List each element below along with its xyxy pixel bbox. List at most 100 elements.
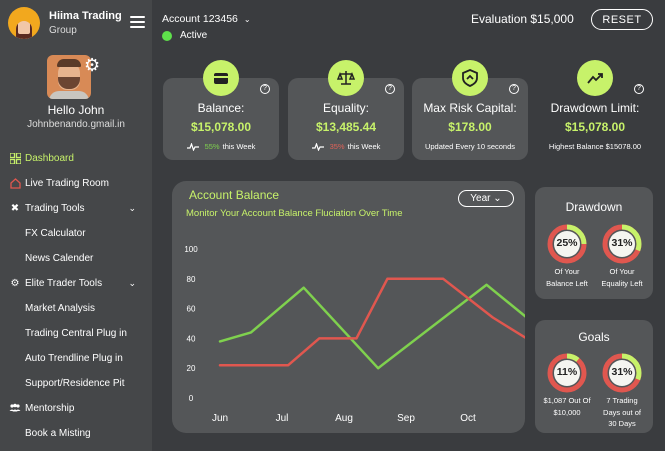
drawdown-donut-balance: 25% — [547, 224, 587, 264]
account-balance-panel: 0 20 40 60 80 100 Jun Jul Aug Sep Oct Account Bala… — [172, 181, 525, 433]
status-text: Active — [180, 30, 208, 41]
drawdown-panel: Drawdown 25% Of Your Balance Left 31% Of… — [535, 187, 653, 299]
period-select[interactable]: Year ⌄ — [458, 190, 514, 207]
card-label: Equality: — [322, 101, 370, 115]
chart-subtitle: Monitor Your Account Balance Fluciation … — [186, 208, 403, 219]
donut-caption: 7 Trading Days out of 30 Days — [592, 395, 652, 430]
caption-line: Of Your — [609, 267, 635, 276]
donut-caption: $1,087 Out Of $10,000 — [537, 395, 597, 418]
dashboard-icon — [8, 151, 22, 165]
sidebar-item-mentorship[interactable]: Mentorship — [0, 396, 152, 421]
brand-logo — [8, 7, 40, 39]
goals-donut-days: 31% — [602, 353, 642, 393]
sidebar-item-live-trading-room[interactable]: Live Trading Room — [0, 171, 152, 196]
sidebar-item-label: Support/Residence Pit — [25, 378, 125, 389]
user-greeting: Hello John — [47, 103, 105, 117]
card-foot: 55% this Week — [163, 142, 279, 151]
sidebar-item-label: Elite Trader Tools — [25, 278, 103, 289]
sidebar-item-support-residence[interactable]: Support/Residence Pit — [0, 371, 152, 396]
card-foot: Highest Balance $15078.00 — [548, 142, 642, 151]
sidebar-item-label: Mentorship — [25, 403, 75, 414]
sidebar-item-label: Live Trading Room — [25, 178, 109, 189]
brand[interactable]: Hiima Trading Group — [8, 7, 122, 39]
chevron-down-icon: ⌄ — [243, 15, 251, 24]
home-icon — [9, 177, 21, 190]
chart-title: Account Balance — [189, 188, 280, 202]
account-selector[interactable]: Account 123456 ⌄ — [162, 13, 251, 25]
sidebar-item-fx-calculator[interactable]: FX Calculator — [0, 221, 152, 246]
y-tick-label: 60 — [187, 305, 196, 314]
card-pct: 55% — [204, 142, 220, 151]
sidebar-item-elite-trader-tools[interactable]: ⚙ Elite Trader Tools ⌄ — [0, 271, 152, 296]
sidebar-item-market-analysis[interactable]: Market Analysis — [0, 296, 152, 321]
x-tick-label: Aug — [335, 413, 353, 424]
sidebar-item-label: Auto Trendline Plug in — [25, 353, 123, 364]
card-value: $15,078.00 — [190, 120, 252, 134]
period-label: Year — [470, 193, 491, 204]
caption-line: Balance Left — [546, 278, 588, 288]
card-pct: 35% — [329, 142, 345, 151]
user-email: Johnbenando.gmail.in — [27, 119, 125, 130]
chevron-down-icon[interactable]: ⌄ — [128, 278, 136, 289]
sidebar: Hiima Trading Group ⚙ Hello John Johnben… — [0, 0, 152, 451]
chevron-down-icon[interactable]: ⌄ — [128, 203, 136, 214]
card-foot: Updated Every 10 seconds — [424, 142, 516, 151]
caption-line: 30 Days — [608, 419, 636, 428]
pulse-icon — [186, 142, 199, 151]
series-line-1 — [218, 277, 525, 367]
drawdown-donut-equality: 31% — [602, 224, 642, 264]
trend-up-icon — [577, 60, 613, 96]
star-icon: ⚙ — [10, 277, 20, 289]
drawdown-limit-card: ? Drawdown Limit: $15,078.00 Highest Bal… — [537, 60, 653, 160]
sidebar-item-auto-trendline[interactable]: Auto Trendline Plug in — [0, 346, 152, 371]
caption-line: $1,087 Out Of — [543, 396, 591, 405]
sidebar-item-label: News Calender — [25, 253, 94, 264]
help-icon[interactable]: ? — [260, 84, 270, 94]
menu-toggle-icon[interactable] — [130, 16, 145, 28]
card-pct-suffix: this Week — [222, 142, 256, 151]
card-label: Max Risk Capital: — [423, 101, 517, 115]
reset-button[interactable]: RESET — [591, 9, 653, 30]
y-tick-label: 80 — [187, 275, 196, 284]
gear-icon[interactable]: ⚙ — [84, 55, 104, 75]
series-line-0 — [218, 283, 525, 370]
shield-icon — [452, 60, 488, 96]
goals-donut-amount: 11% — [547, 353, 587, 393]
sidebar-item-label: Trading Tools — [25, 203, 85, 214]
card-value: $178.00 — [448, 120, 492, 134]
wallet-icon — [203, 60, 239, 96]
sidebar-item-dashboard[interactable]: Dashboard — [0, 146, 152, 171]
people-icon — [9, 403, 21, 415]
caption-line: Days out of — [603, 407, 641, 417]
balance-card: ? Balance: $15,078.00 55% this Week — [163, 60, 279, 160]
sidebar-item-trading-central[interactable]: Trading Central Plug in — [0, 321, 152, 346]
card-foot: 35% this Week — [288, 142, 404, 151]
scale-icon — [328, 60, 364, 96]
sidebar-item-label: Book a Misting — [25, 428, 91, 439]
x-tick-label: Sep — [397, 413, 415, 424]
sidebar-item-book-misting[interactable]: Book a Misting — [0, 421, 152, 446]
help-icon[interactable]: ? — [634, 84, 644, 94]
help-icon[interactable]: ? — [385, 84, 395, 94]
sidebar-item-label: Dashboard — [25, 153, 74, 164]
max-risk-card: ? Max Risk Capital: $178.00 Updated Ever… — [412, 60, 528, 160]
equality-card: ? Equality: $13,485.44 35% this Week — [288, 60, 404, 160]
sidebar-item-news-calender[interactable]: News Calender — [0, 246, 152, 271]
status-dot — [162, 30, 172, 41]
sidebar-item-label: Trading Central Plug in — [25, 328, 127, 339]
sidebar-menu: Dashboard Live Trading Room ✖ Trading To… — [0, 146, 152, 446]
pulse-icon — [311, 142, 324, 151]
x-tick-label: Jul — [276, 413, 289, 424]
evaluation-amount: Evaluation $15,000 — [471, 12, 574, 26]
sidebar-item-trading-tools[interactable]: ✖ Trading Tools ⌄ — [0, 196, 152, 221]
sidebar-item-label: Market Analysis — [25, 303, 96, 314]
goals-title: Goals — [578, 330, 610, 344]
account-label: Account 123456 — [162, 13, 238, 25]
card-value: $13,485.44 — [315, 120, 377, 134]
card-value: $15,078.00 — [564, 120, 626, 134]
caption-line: 7 Trading — [606, 396, 638, 405]
donut-pct: 25% — [556, 237, 578, 249]
donut-pct: 31% — [611, 237, 633, 249]
help-icon[interactable]: ? — [509, 84, 519, 94]
y-tick-label: 20 — [187, 364, 196, 373]
